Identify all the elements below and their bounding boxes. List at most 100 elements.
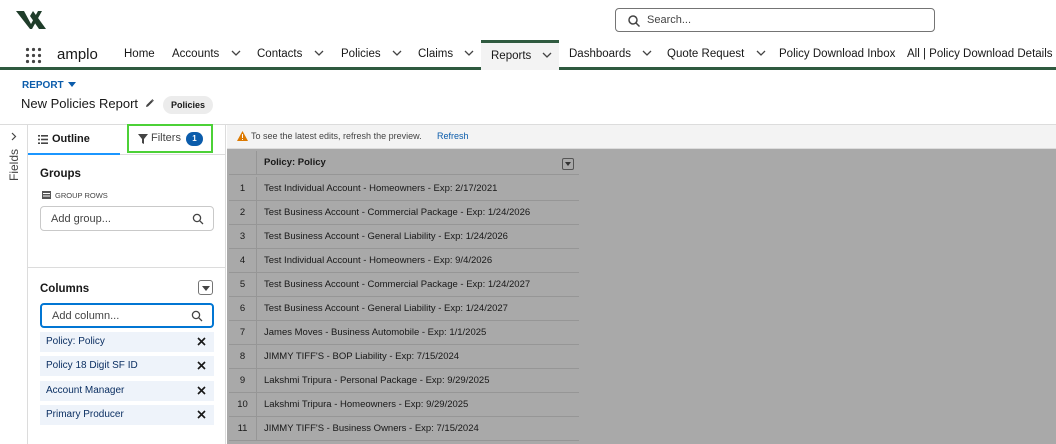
chevron-down-icon[interactable] bbox=[314, 48, 324, 58]
table-row: 9 Lakshmi Tripura - Personal Package - Ex… bbox=[229, 369, 579, 393]
table-row: 2 Test Business Account - Commercial Pack… bbox=[229, 201, 579, 225]
refresh-link[interactable]: Refresh bbox=[437, 131, 469, 141]
report-type-menu[interactable]: REPORT bbox=[22, 80, 76, 91]
tab-outline[interactable]: Outline bbox=[28, 125, 120, 155]
policy-cell: Test Individual Account - Homeowners - E… bbox=[264, 255, 493, 266]
table-row: 10 Lakshmi Tripura - Homeowners - Exp: 9/… bbox=[229, 393, 579, 417]
nav-item-reports[interactable]: Reports bbox=[481, 40, 559, 70]
edit-pencil-icon[interactable] bbox=[144, 98, 155, 109]
column-item[interactable]: Policy: Policy bbox=[40, 332, 214, 352]
app-launcher-icon[interactable] bbox=[25, 47, 42, 64]
nav-item-quote-request[interactable]: Quote Request bbox=[667, 40, 766, 70]
row-number-header bbox=[229, 151, 257, 175]
nav-item-label: Policy Download Inbox bbox=[779, 48, 896, 60]
add-group-placeholder: Add group... bbox=[51, 213, 111, 225]
nav-item-accounts[interactable]: Accounts bbox=[172, 40, 241, 70]
group-rows-label: GROUP ROWS bbox=[42, 191, 108, 200]
row-number: 9 bbox=[229, 369, 257, 393]
table-row: 8 JIMMY TIFF'S - BOP Liability - Exp: 7/1… bbox=[229, 345, 579, 369]
search-icon bbox=[191, 310, 203, 322]
close-icon[interactable] bbox=[196, 360, 207, 371]
column-header-policy[interactable]: Policy: Policy bbox=[264, 151, 326, 175]
table-row: 5 Test Business Account - Commercial Pack… bbox=[229, 273, 579, 297]
nav-item-label: Policies bbox=[341, 48, 381, 60]
policy-cell: Test Business Account - Commercial Packa… bbox=[264, 279, 531, 290]
nav-item-dashboards[interactable]: Dashboards bbox=[569, 40, 652, 70]
column-menu-button[interactable] bbox=[562, 158, 574, 170]
app-nav-bar: amplo Home Accounts Contacts Policies Cl… bbox=[0, 40, 1056, 70]
search-icon bbox=[628, 15, 641, 28]
nav-item-label: Reports bbox=[491, 50, 532, 62]
chevron-down-icon[interactable] bbox=[464, 48, 474, 58]
nav-item-label: Quote Request bbox=[667, 48, 745, 60]
nav-item-label: Dashboards bbox=[569, 48, 632, 60]
policy-cell: Lakshmi Tripura - Homeowners - Exp: 9/29… bbox=[264, 399, 469, 410]
close-icon[interactable] bbox=[196, 409, 207, 420]
chevron-down-icon[interactable] bbox=[756, 48, 766, 58]
nav-item-label: Accounts bbox=[172, 48, 220, 60]
close-icon[interactable] bbox=[196, 385, 207, 396]
table-row: 3 Test Business Account - General Liabili… bbox=[229, 225, 579, 249]
column-item[interactable]: Policy 18 Digit SF ID bbox=[40, 356, 214, 376]
global-search-input[interactable]: Search... bbox=[615, 8, 935, 32]
global-header: Search... bbox=[0, 0, 1056, 40]
outline-panel: Outline Filters 1 Groups GROUP ROWS Add … bbox=[28, 124, 226, 444]
refresh-notice: To see the latest edits, refresh the pre… bbox=[227, 125, 1056, 149]
add-group-input[interactable]: Add group... bbox=[40, 206, 214, 231]
nav-item-policy-download-details[interactable]: All | Policy Download Details bbox=[907, 40, 1053, 70]
row-number: 10 bbox=[229, 393, 257, 417]
search-placeholder: Search... bbox=[647, 14, 692, 26]
policy-cell: Test Individual Account - Homeowners - E… bbox=[264, 183, 498, 194]
tab-filters-label: Filters bbox=[151, 132, 181, 144]
policy-cell: James Moves - Business Automobile - Exp:… bbox=[264, 327, 487, 338]
row-number: 3 bbox=[229, 225, 257, 249]
panel-tabs: Outline Filters 1 bbox=[28, 124, 226, 155]
table-row: 11 JIMMY TIFF'S - Business Owners - Exp: … bbox=[229, 417, 579, 441]
column-item[interactable]: Primary Producer bbox=[40, 405, 214, 425]
row-number: 5 bbox=[229, 273, 257, 297]
columns-heading: Columns bbox=[40, 283, 90, 295]
table-row: 4 Test Individual Account - Homeowners - … bbox=[229, 249, 579, 273]
chevron-down-icon[interactable] bbox=[392, 48, 402, 58]
table-header-row: Policy: Policy bbox=[229, 151, 579, 175]
policy-cell: Test Business Account - General Liabilit… bbox=[264, 303, 508, 314]
brand-logo-icon[interactable] bbox=[15, 8, 47, 32]
nav-item-home[interactable]: Home bbox=[124, 40, 155, 70]
nav-item-claims[interactable]: Claims bbox=[418, 40, 474, 70]
group-rows-text: GROUP ROWS bbox=[55, 191, 108, 200]
chevron-down-icon[interactable] bbox=[642, 48, 652, 58]
add-column-placeholder: Add column... bbox=[52, 310, 120, 322]
caret-down-icon bbox=[67, 82, 76, 87]
nav-item-contacts[interactable]: Contacts bbox=[257, 40, 324, 70]
columns-menu-button[interactable] bbox=[198, 280, 213, 295]
nav-item-policies[interactable]: Policies bbox=[341, 40, 402, 70]
nav-item-label: Claims bbox=[418, 48, 454, 60]
add-column-input[interactable]: Add column... bbox=[40, 303, 214, 328]
row-number: 8 bbox=[229, 345, 257, 369]
column-item-label: Policy 18 Digit SF ID bbox=[46, 360, 138, 371]
report-preview: To see the latest edits, refresh the pre… bbox=[227, 125, 1056, 444]
chevron-right-icon[interactable] bbox=[9, 132, 18, 141]
tab-filters[interactable]: Filters 1 bbox=[127, 124, 213, 153]
policy-cell: JIMMY TIFF'S - Business Owners - Exp: 7/… bbox=[264, 423, 479, 434]
fields-rail[interactable]: Fields bbox=[0, 125, 28, 444]
list-icon bbox=[38, 135, 48, 144]
table-row: 7 James Moves - Business Automobile - Exp… bbox=[229, 321, 579, 345]
warning-icon bbox=[237, 131, 248, 141]
close-icon[interactable] bbox=[196, 336, 207, 347]
search-icon bbox=[192, 213, 204, 225]
report-type-label: REPORT bbox=[22, 80, 64, 91]
panel-divider bbox=[28, 267, 226, 268]
column-item-label: Policy: Policy bbox=[46, 336, 105, 347]
policy-cell: Test Business Account - Commercial Packa… bbox=[264, 207, 531, 218]
report-type-badge: Policies bbox=[163, 96, 214, 114]
tab-outline-label: Outline bbox=[52, 133, 90, 145]
row-number: 1 bbox=[229, 177, 257, 201]
row-number: 4 bbox=[229, 249, 257, 273]
column-item[interactable]: Account Manager bbox=[40, 381, 214, 401]
app-name: amplo bbox=[57, 46, 98, 63]
report-header: REPORT New Policies Report Policies bbox=[0, 73, 1056, 125]
chevron-down-icon[interactable] bbox=[542, 50, 552, 60]
nav-item-policy-download-inbox[interactable]: Policy Download Inbox bbox=[779, 40, 895, 70]
chevron-down-icon[interactable] bbox=[231, 48, 241, 58]
